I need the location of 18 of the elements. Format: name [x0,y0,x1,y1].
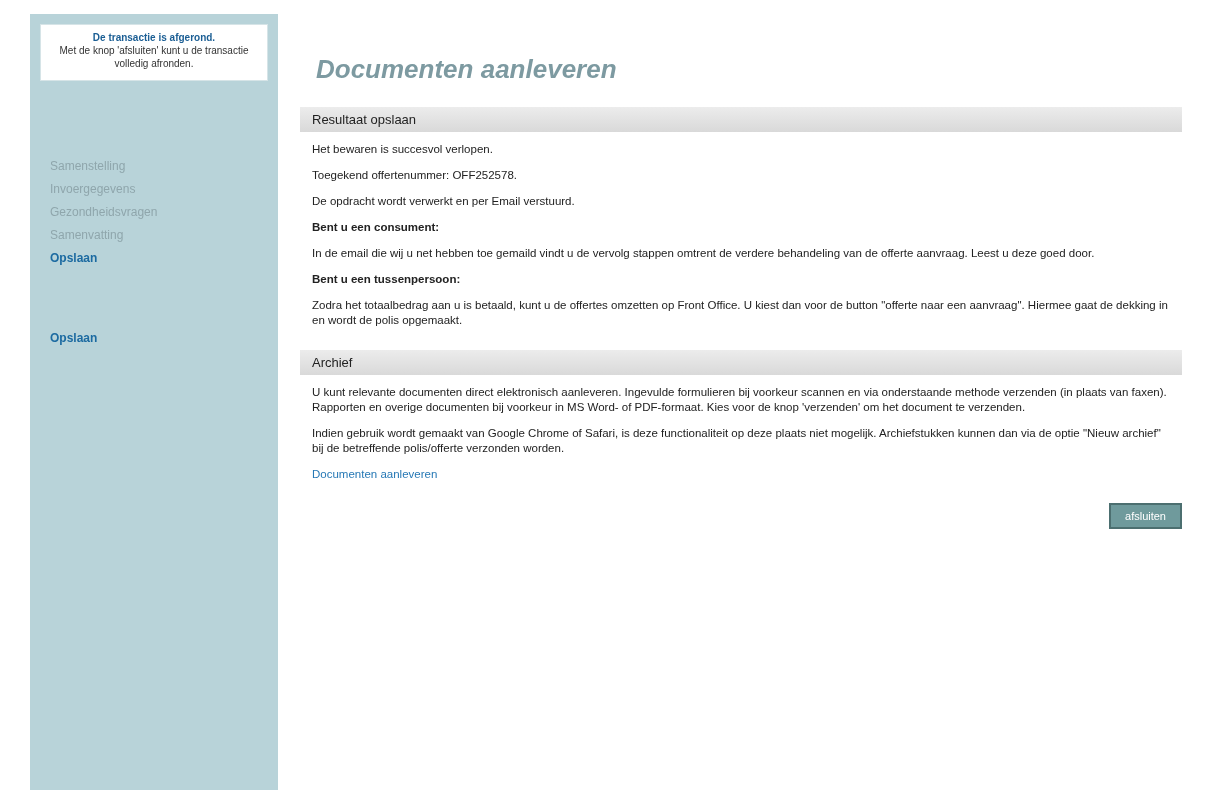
section-heading: Resultaat opslaan [300,107,1182,132]
paragraph: Indien gebruik wordt gemaakt van Google Chrome of Safari, is deze functionaliteit op deze plaats niet mogelijk. Archiefstukken kunnen dan via de optie "Nieuw archief" bij de betreffende polis/offerte verzonden worden. [312,426,1162,456]
paragraph: In de email die wij u net hebben toe gemaild vindt u de vervolg stappen omtrent de verdere behandeling van de offerte aanvraag. Leest u deze goed door. [312,246,1096,261]
subheading: Bent u een tussenpersoon: [312,272,462,287]
notice-title: De transactie is afgerond. [91,31,217,44]
paragraph: Toegekend offertenummer: OFF252578. [312,168,518,183]
paragraph: Zodra het totaalbedrag aan u is betaald, kunt u de offertes omzetten op Front Office. U kiest dan voor de button "offerte naar een aanvraag". Hiermee gaat de dekking in en wordt de polis opgemaakt. [312,298,1169,328]
section-heading: Archief [300,350,1182,375]
sidebar-link[interactable]: Opslaan [50,331,98,345]
page-title: Documenten aanleveren [316,54,618,85]
sidebar-step-link[interactable]: Opslaan [50,251,98,265]
notice-text: Met de knop 'afsluiten' kunt u de transactie volledig afronden. [58,44,250,70]
paragraph: Het bewaren is succesvol verlopen. [312,142,494,157]
subheading: Bent u een consument: [312,220,441,235]
documents-link[interactable]: Documenten aanleveren [312,468,438,480]
paragraph: De opdracht wordt verwerkt en per Email verstuurd. [312,194,576,209]
paragraph: U kunt relevante documenten direct elektronisch aanleveren. Ingevulde formulieren bij voorkeur scannen en via onderstaande methode verzenden (in plaats van faxen). Rapporten en overige documenten bij voorkeur in MS Word- of PDF-formaat. Kies voor de knop 'verzenden' om het document te verzenden. [312,385,1168,415]
close-button[interactable]: afsluiten [1109,503,1182,529]
